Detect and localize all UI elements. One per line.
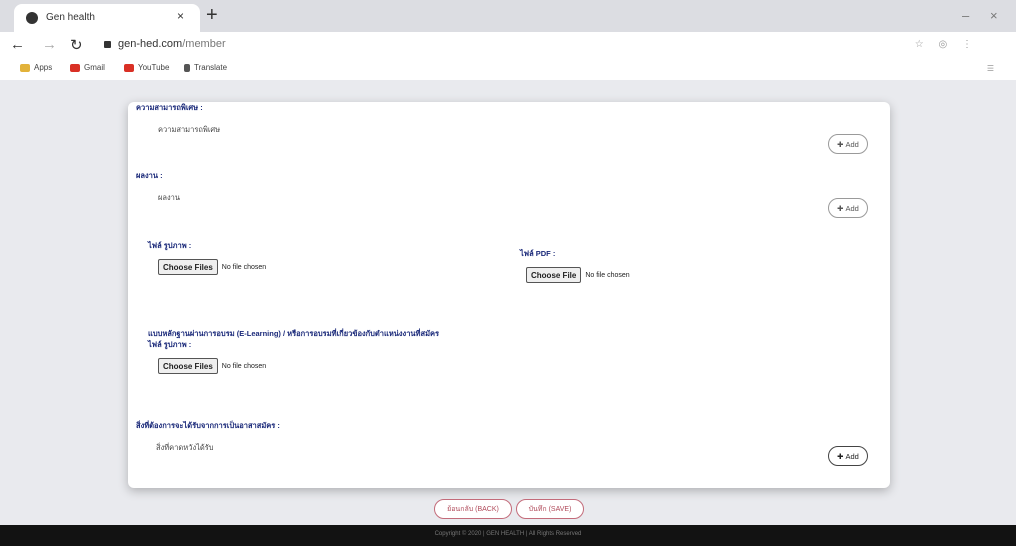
pdf-file-input[interactable]: Choose File No file chosen — [526, 267, 630, 283]
works-value: ผลงาน — [158, 193, 180, 202]
elearning-file-input[interactable]: Choose Files No file chosen — [158, 358, 266, 374]
plus-icon: ✚ — [837, 451, 844, 461]
expectations-value: สิ่งที่คาดหวังได้รับ — [156, 443, 214, 452]
tab-close-icon[interactable]: × — [177, 9, 184, 23]
favicon-icon — [26, 12, 38, 24]
minimize-icon[interactable]: – — [962, 8, 969, 23]
apps-grid-icon — [20, 63, 30, 72]
file-status: No file chosen — [585, 271, 630, 279]
image-file-label: ไฟล์ รูปภาพ : — [148, 241, 192, 250]
choose-files-button[interactable]: Choose Files — [158, 358, 218, 374]
forward-arrow-icon[interactable]: → — [42, 36, 57, 53]
back-button[interactable]: ย้อนกลับ (BACK) — [434, 499, 512, 519]
gmail-icon — [70, 63, 80, 72]
back-arrow-icon[interactable]: ← — [10, 36, 25, 53]
footer: Copyright © 2020 | GEN HEALTH | All Righ… — [0, 525, 1016, 546]
file-status: No file chosen — [221, 362, 267, 370]
choose-file-button[interactable]: Choose File — [526, 267, 582, 283]
special-skills-value: ความสามารถพิเศษ — [158, 125, 221, 134]
translate-icon — [184, 63, 190, 72]
new-tab-icon[interactable]: + — [206, 4, 218, 26]
member-form-card: ความสามารถพิเศษ : ความสามารถพิเศษ ✚ Add ผ… — [128, 102, 890, 488]
add-skill-button[interactable]: ✚ Add — [828, 134, 868, 154]
bookmark-apps[interactable]: Apps — [20, 63, 52, 72]
youtube-icon — [124, 63, 134, 72]
special-skills-label: ความสามารถพิเศษ : — [136, 103, 203, 112]
choose-files-button[interactable]: Choose Files — [158, 259, 218, 275]
bookmark-translate[interactable]: Translate — [184, 63, 227, 72]
add-work-button[interactable]: ✚ Add — [828, 198, 868, 218]
browser-tab[interactable]: Gen health × — [14, 4, 200, 32]
image-file-input[interactable]: Choose Files No file chosen — [158, 259, 266, 275]
plus-icon: ✚ — [837, 139, 844, 149]
lock-icon[interactable] — [104, 41, 111, 48]
plus-icon: ✚ — [837, 203, 844, 213]
elearning-label: แบบหลักฐานผ่านการอบรม (E-Learning) / หรื… — [148, 329, 440, 338]
save-button[interactable]: บันทึก (SAVE) — [516, 499, 584, 519]
browser-toolbar-icons[interactable]: ☆ ◎ ⋮ — [915, 39, 978, 50]
elearning-image-label: ไฟล์ รูปภาพ : — [148, 340, 192, 349]
url-field[interactable]: gen-hed.com/member — [118, 38, 226, 50]
bookmark-youtube[interactable]: YouTube — [124, 63, 169, 72]
expectations-label: สิ่งที่ต้องการจะได้รับจากการเป็นอาสาสมัค… — [136, 421, 280, 430]
reload-icon[interactable]: ↻ — [70, 36, 83, 54]
bookmarks-bar: Apps Gmail YouTube Translate ☰ — [0, 58, 1016, 81]
works-label: ผลงาน : — [136, 171, 163, 180]
file-status: No file chosen — [221, 263, 267, 271]
window-close-icon[interactable]: × — [990, 8, 998, 23]
copyright-text: Copyright © 2020 | GEN HEALTH | All Righ… — [434, 531, 582, 537]
pdf-file-label: ไฟล์ PDF : — [520, 249, 556, 258]
browser-tab-bar: Gen health × + – × — [0, 0, 1016, 32]
tab-title: Gen health — [46, 12, 95, 23]
reading-list-icon[interactable]: ☰ — [987, 64, 994, 73]
address-bar: ← → ↻ gen-hed.com/member ☆ ◎ ⋮ — [0, 32, 1016, 58]
bookmark-gmail[interactable]: Gmail — [70, 63, 105, 72]
add-expectation-button[interactable]: ✚ Add — [828, 446, 868, 466]
